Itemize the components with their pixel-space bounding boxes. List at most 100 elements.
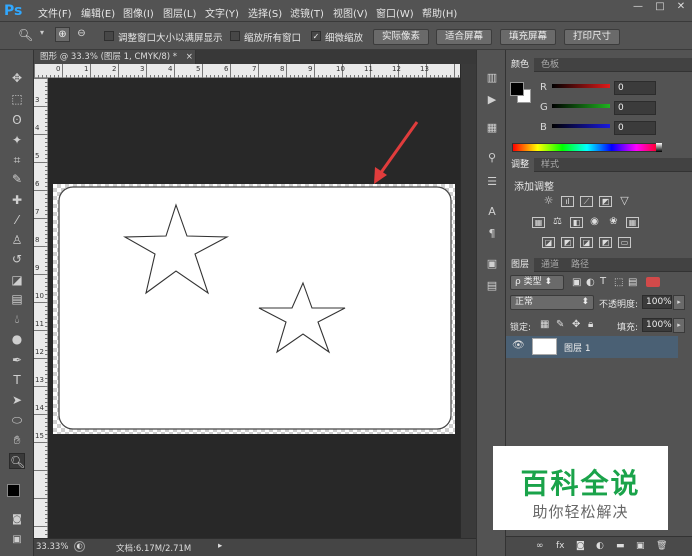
layer-row[interactable]: 👁︎ 图层 1 — [506, 336, 678, 358]
horizontal-ruler[interactable]: 0 1 2 3 4 5 6 7 8 9 10 11 12 13 — [34, 64, 460, 78]
visibility-eye-icon[interactable]: 👁︎ — [512, 340, 525, 351]
menu-filter[interactable]: 滤镜(T) — [290, 5, 324, 20]
menu-file[interactable]: 文件(F) — [38, 5, 72, 20]
opacity-value[interactable]: 100% — [642, 295, 672, 309]
marquee-tool-icon[interactable]: ⬚ — [9, 91, 25, 107]
magic-wand-tool-icon[interactable]: ✦ — [9, 132, 25, 148]
brush-panel-icon[interactable]: ⚲ — [484, 150, 500, 166]
canvas[interactable] — [53, 184, 455, 434]
vibrance-icon[interactable]: ▽ — [618, 195, 631, 207]
scrubby-zoom-checkbox[interactable]: ✓ — [311, 31, 321, 41]
paragraph-panel-icon[interactable]: ¶ — [484, 226, 500, 242]
move-tool-icon[interactable]: ✥ — [9, 70, 25, 86]
black-white-icon[interactable]: ◧ — [570, 217, 583, 228]
tab-paths[interactable]: 路径 — [566, 258, 594, 272]
curves-icon[interactable]: ⟋ — [580, 196, 593, 207]
eyedropper-tool-icon[interactable]: ✎ — [9, 171, 25, 187]
color-panel-foreground-swatch[interactable] — [510, 82, 524, 96]
threshold-icon[interactable]: ◪ — [580, 237, 593, 248]
lock-pixels-icon[interactable]: ✎ — [556, 319, 564, 330]
screen-mode-icon[interactable]: ▣ — [9, 532, 25, 548]
history-panel-icon[interactable]: ▥ — [484, 70, 500, 86]
zoom-out-icon[interactable]: ⊖ — [74, 27, 89, 42]
tab-adjustments[interactable]: 调整 — [506, 158, 535, 172]
color-lookup-icon[interactable]: ▦ — [626, 217, 639, 228]
hand-tool-icon[interactable]: ✋︎ — [9, 432, 25, 448]
channel-g-value[interactable]: 0 — [614, 101, 656, 115]
menu-window[interactable]: 窗口(W) — [376, 5, 414, 20]
zoom-level[interactable]: 33.33% — [36, 542, 68, 552]
foreground-color-swatch[interactable] — [7, 484, 20, 497]
brush-tool-icon[interactable]: ⁄ — [9, 212, 25, 228]
tab-channels[interactable]: 通道 — [536, 258, 564, 272]
channel-g-slider[interactable] — [552, 104, 610, 108]
blend-mode-select[interactable]: 正常 ⬍ — [510, 295, 594, 310]
dodge-tool-icon[interactable]: ● — [9, 331, 25, 347]
filter-smart-object-icon[interactable]: ▤ — [628, 277, 637, 288]
filter-adjustment-icon[interactable]: ◐ — [586, 277, 595, 288]
healing-brush-tool-icon[interactable]: ✚ — [9, 192, 25, 208]
filter-shape-icon[interactable]: ⬚ — [614, 277, 623, 288]
filter-type-icon[interactable]: T — [600, 276, 606, 287]
fill-value[interactable]: 100% — [642, 318, 672, 332]
eraser-tool-icon[interactable]: ◪ — [9, 272, 25, 288]
close-tab-icon[interactable]: × — [186, 52, 193, 62]
fill-screen-button[interactable]: 填充屏幕 — [500, 29, 557, 45]
link-layers-icon[interactable]: ∞ — [536, 541, 544, 551]
posterize-icon[interactable]: ◩ — [561, 237, 574, 248]
actual-pixels-button[interactable]: 实际像素 — [373, 29, 430, 45]
zoom-tool-preset-icon[interactable]: 🔍︎ — [18, 28, 33, 42]
layer-style-icon[interactable]: fx — [556, 541, 565, 551]
color-spectrum-bar[interactable] — [512, 143, 662, 152]
history-brush-tool-icon[interactable]: ↺ — [9, 251, 25, 267]
levels-icon[interactable]: ıl — [561, 196, 574, 207]
menu-type[interactable]: 文字(Y) — [205, 5, 239, 20]
document-tab[interactable]: 图形 @ 33.3% (图层 1, CMYK/8) * × — [34, 50, 196, 64]
channel-b-value[interactable]: 0 — [614, 121, 656, 135]
zoom-all-windows-checkbox[interactable] — [230, 31, 240, 41]
properties-panel-icon[interactable]: ▦ — [484, 120, 500, 136]
spectrum-black-white[interactable] — [656, 143, 662, 152]
channel-r-value[interactable]: 0 — [614, 81, 656, 95]
brush-presets-icon[interactable]: ☰ — [484, 174, 500, 190]
channel-b-slider[interactable] — [552, 124, 610, 128]
clone-stamp-tool-icon[interactable]: ♙ — [9, 232, 25, 248]
photo-filter-icon[interactable]: ◉ — [588, 217, 601, 228]
color-balance-icon[interactable]: ⚖ — [551, 217, 564, 228]
notes-panel-icon[interactable]: ▤ — [484, 278, 500, 294]
status-menu-arrow-icon[interactable]: ▸ — [218, 541, 222, 551]
opacity-arrow-icon[interactable]: ▸ — [673, 295, 685, 310]
vertical-ruler[interactable]: 3 4 5 6 7 8 9 10 11 12 13 14 15 — [34, 78, 48, 538]
filter-toggle-icon[interactable] — [646, 277, 660, 287]
channel-mixer-icon[interactable]: ❀ — [607, 217, 620, 228]
status-info-icon[interactable]: ◐ — [74, 541, 85, 552]
gradient-map-icon[interactable]: ▭ — [618, 237, 631, 248]
layer-kind-filter[interactable]: ρ 类型 ⬍ — [510, 275, 564, 290]
fit-screen-button[interactable]: 适合屏幕 — [436, 29, 493, 45]
crop-tool-icon[interactable]: ⌗ — [9, 152, 25, 168]
shape-tool-icon[interactable]: ⬭ — [9, 412, 25, 428]
tab-swatches[interactable]: 色板 — [536, 58, 564, 72]
actions-panel-icon[interactable]: ▶ — [484, 92, 500, 108]
lasso-tool-icon[interactable]: ʘ — [9, 112, 25, 128]
type-tool-icon[interactable]: T — [9, 372, 25, 388]
new-group-icon[interactable]: ▬ — [616, 541, 625, 551]
zoom-tool-icon[interactable]: 🔍︎ — [9, 453, 25, 469]
new-adjustment-layer-icon[interactable]: ◐ — [596, 541, 604, 551]
lock-transparent-icon[interactable]: ▦ — [540, 319, 549, 330]
add-mask-icon[interactable]: ◙ — [576, 541, 585, 551]
pen-tool-icon[interactable]: ✒ — [9, 352, 25, 368]
menu-select[interactable]: 选择(S) — [248, 5, 282, 20]
quick-mask-icon[interactable]: ◙ — [9, 512, 25, 528]
menu-edit[interactable]: 编辑(E) — [81, 5, 115, 20]
lock-all-icon[interactable]: 🔒︎ — [588, 319, 593, 330]
path-selection-tool-icon[interactable]: ➤ — [9, 392, 25, 408]
fill-arrow-icon[interactable]: ▸ — [673, 318, 685, 333]
print-size-button[interactable]: 打印尺寸 — [564, 29, 621, 45]
character-panel-icon[interactable]: A — [484, 204, 500, 220]
layer-name[interactable]: 图层 1 — [564, 341, 591, 354]
menu-help[interactable]: 帮助(H) — [422, 5, 457, 20]
selective-color-icon[interactable]: ◩ — [599, 237, 612, 248]
chevron-down-icon[interactable]: ▾ — [40, 28, 44, 37]
tab-layers[interactable]: 图层 — [506, 258, 535, 272]
